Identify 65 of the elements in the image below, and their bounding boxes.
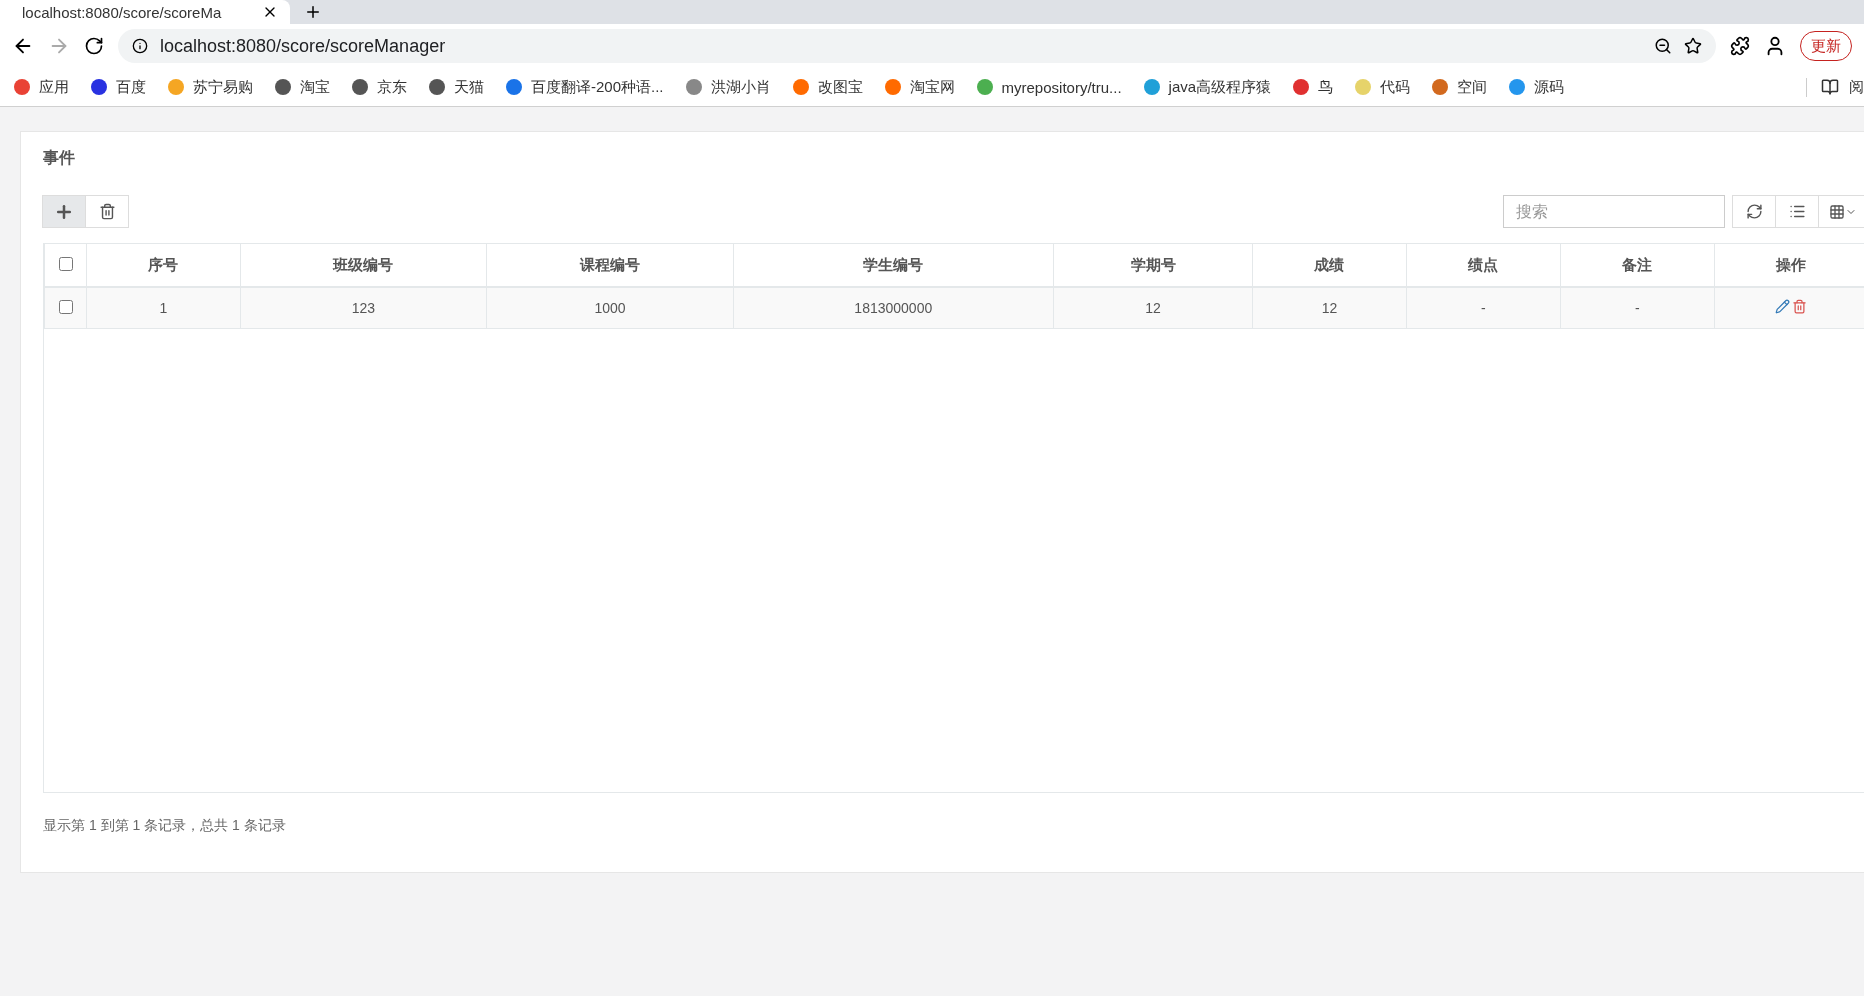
- new-tab-icon[interactable]: [304, 3, 322, 21]
- refresh-icon: [1745, 203, 1763, 220]
- bookmark[interactable]: myrepository/tru...: [976, 78, 1122, 96]
- refresh-button[interactable]: [1732, 195, 1776, 228]
- update-button[interactable]: 更新: [1800, 31, 1852, 61]
- favicon-icon: [792, 79, 809, 95]
- favicon-icon: [275, 79, 291, 95]
- table-cell: 1: [86, 287, 240, 329]
- table-cell: 12: [1252, 287, 1407, 329]
- reading-list-button[interactable]: 阅: [1806, 77, 1864, 97]
- favicon-icon: [168, 79, 184, 95]
- table-cell: 1000: [486, 287, 734, 329]
- bookmark[interactable]: 百度翻译-200种语...: [506, 77, 664, 97]
- row-checkbox[interactable]: [58, 299, 73, 314]
- table-cell: 123: [240, 287, 487, 329]
- favicon-icon: [685, 79, 702, 95]
- bookmark[interactable]: 百度: [91, 77, 146, 97]
- bookmark[interactable]: 京东: [352, 77, 407, 97]
- edit-icon[interactable]: [1774, 299, 1790, 314]
- favicon-icon: [884, 79, 901, 95]
- favicon-icon: [976, 79, 993, 95]
- columns-button[interactable]: [1818, 195, 1864, 228]
- browser-tab[interactable]: localhost:8080/score/scoreMa: [0, 0, 290, 24]
- favicon-icon: [1293, 79, 1310, 95]
- select-all-checkbox[interactable]: [58, 256, 73, 271]
- bookmark[interactable]: 应用: [14, 77, 69, 97]
- bookmark[interactable]: 鸟: [1293, 77, 1334, 97]
- favicon-icon: [1355, 79, 1372, 95]
- delete-icon[interactable]: [1791, 299, 1807, 314]
- table-cell: -: [1560, 287, 1714, 329]
- zoom-icon[interactable]: [1654, 37, 1672, 55]
- search-field[interactable]: 搜索: [1503, 195, 1725, 228]
- favicon-icon: [1509, 79, 1526, 95]
- favicon-icon: [1432, 79, 1449, 95]
- info-icon[interactable]: [132, 38, 148, 54]
- star-icon[interactable]: [1684, 37, 1702, 55]
- favicon-icon: [91, 79, 107, 95]
- extensions-icon[interactable]: [1730, 36, 1750, 56]
- pagination-info: 显示第 1 到第 1 条记录，总共 1 条记录: [43, 817, 287, 835]
- bookmark[interactable]: 空间: [1432, 77, 1488, 97]
- add-button[interactable]: [42, 195, 86, 228]
- favicon-icon: [506, 79, 522, 95]
- bookmark[interactable]: 苏宁易购: [168, 77, 253, 97]
- panel-title: 事件: [43, 148, 76, 168]
- table-cell: 1813000000: [733, 287, 1054, 329]
- favicon-icon: [352, 79, 368, 95]
- bookmark[interactable]: 天猫: [429, 77, 484, 97]
- delete-button[interactable]: [85, 195, 129, 228]
- favicon-icon: [429, 79, 445, 95]
- bookmark[interactable]: 淘宝网: [884, 77, 955, 97]
- favicon-icon: [14, 79, 30, 95]
- bookmark[interactable]: 源码: [1509, 77, 1565, 97]
- bookmark[interactable]: 洪湖小肖: [685, 77, 771, 97]
- bookmark[interactable]: 改图宝: [792, 77, 863, 97]
- favicon-icon: [1143, 79, 1160, 95]
- table-cell: -: [1406, 287, 1561, 329]
- grid-icon: [1829, 203, 1845, 220]
- bookmark[interactable]: 代码: [1355, 77, 1411, 97]
- trash-icon: [98, 203, 116, 220]
- reload-icon[interactable]: [84, 36, 104, 56]
- address-bar[interactable]: localhost:8080/score/scoreManager: [118, 29, 1716, 63]
- bookmark[interactable]: 淘宝: [275, 77, 330, 97]
- table-cell: 12: [1053, 287, 1253, 329]
- bookmark[interactable]: java高级程序猿: [1143, 77, 1272, 97]
- toggle-view-button[interactable]: [1775, 195, 1819, 228]
